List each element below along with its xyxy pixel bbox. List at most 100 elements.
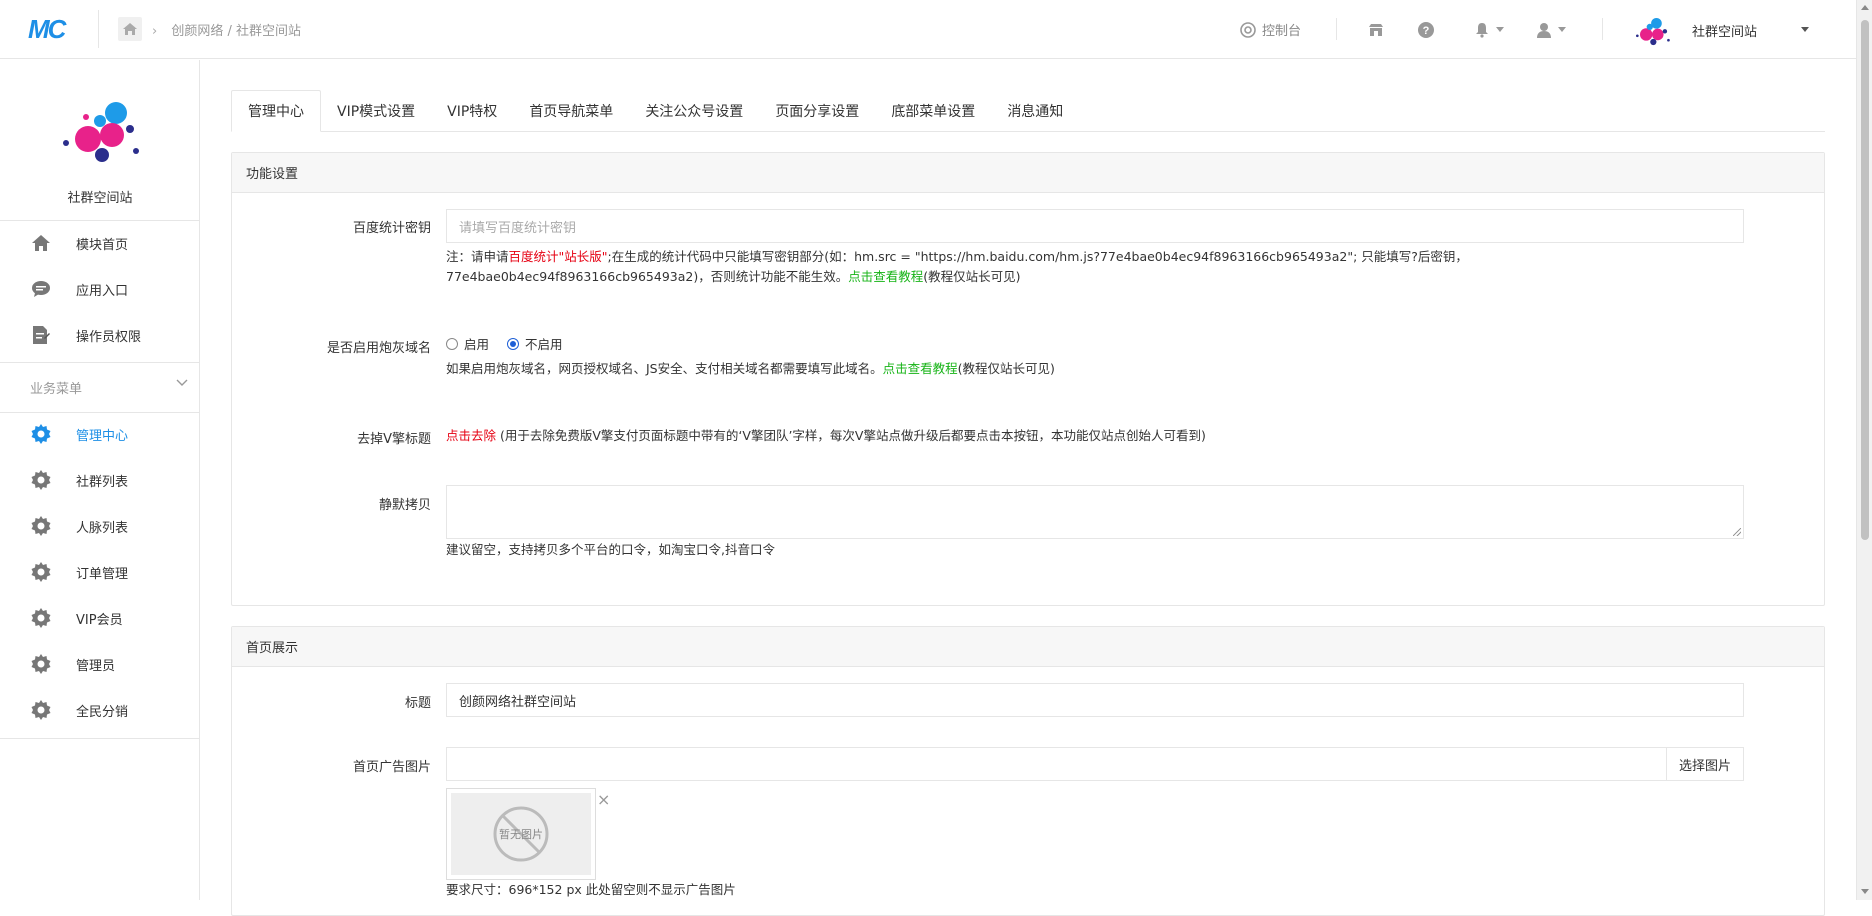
silent-copy-textarea[interactable] — [446, 485, 1744, 539]
divider — [0, 738, 200, 739]
tutorial-link[interactable]: 点击查看教程 — [848, 269, 923, 284]
sidebar: 社群空间站 模块首页 应用入口 操作员权限 业务菜单 管理中心 社群列表 人脉列… — [0, 60, 200, 900]
home-icon[interactable] — [118, 17, 142, 41]
remove-title-row: 点击去除 (用于去除免费版V擎支付页面标题中带有的‘V擎团队’字样，每次V擎站点… — [446, 428, 1206, 443]
sidebar-item-label: 管理中心 — [76, 428, 129, 444]
scroll-up-icon[interactable] — [1861, 5, 1869, 10]
site-name[interactable]: 社群空间站 — [1692, 21, 1757, 40]
business-menu-header[interactable]: 业务菜单 — [30, 378, 82, 397]
sidebar-item-label: 应用入口 — [76, 283, 129, 299]
tab-management-center[interactable]: 管理中心 — [231, 90, 321, 132]
remove-title-link[interactable]: 点击去除 — [446, 428, 496, 443]
chevron-down-icon[interactable] — [1801, 0, 1809, 59]
tab-message-notification[interactable]: 消息通知 — [991, 90, 1079, 132]
sidebar-item-label: VIP会员 — [76, 612, 123, 628]
sidebar-item-app-entry[interactable]: 应用入口 — [0, 269, 200, 309]
user-icon[interactable] — [1536, 0, 1566, 59]
sidebar-item-label: 操作员权限 — [76, 329, 142, 345]
sidebar-item-group-list[interactable]: 社群列表 — [0, 460, 200, 500]
page-scrollbar[interactable] — [1856, 0, 1872, 900]
divider — [1602, 18, 1603, 40]
scroll-down-icon[interactable] — [1861, 889, 1869, 894]
sidebar-item-label: 管理员 — [76, 658, 116, 674]
tab-page-share[interactable]: 页面分享设置 — [759, 90, 875, 132]
divider — [98, 10, 99, 48]
sidebar-item-distribution[interactable]: 全民分销 — [0, 690, 200, 730]
tab-follow-official-account[interactable]: 关注公众号设置 — [629, 90, 759, 132]
tab-bottom-menu[interactable]: 底部菜单设置 — [875, 90, 991, 132]
svg-text:?: ? — [1423, 25, 1430, 37]
store-icon[interactable] — [1368, 0, 1384, 59]
sidebar-item-label: 全民分销 — [76, 704, 129, 720]
panel-title: 功能设置 — [232, 153, 1824, 193]
sidebar-item-order-management[interactable]: 订单管理 — [0, 552, 200, 592]
ad-image-preview: 暂无图片 — [446, 788, 596, 880]
sidebar-item-vip-members[interactable]: VIP会员 — [0, 598, 200, 638]
dashboar-icon — [1240, 21, 1256, 38]
ad-size-note: 要求尺寸：696*152 px 此处留空则不显示广告图片 — [446, 882, 736, 897]
home-icon — [30, 232, 52, 254]
gear-icon — [30, 515, 52, 537]
radio-disable[interactable]: 不启用 — [507, 337, 563, 352]
sidebar-item-label: 模块首页 — [76, 237, 129, 253]
gear-icon — [30, 699, 52, 721]
baidu-key-label: 百度统计密钥 — [352, 221, 431, 236]
sidebar-item-contacts-list[interactable]: 人脉列表 — [0, 506, 200, 546]
sidebar-item-administrators[interactable]: 管理员 — [0, 644, 200, 684]
console-link[interactable]: 控制台 — [1240, 0, 1301, 59]
tutorial-link[interactable]: 点击查看教程 — [883, 361, 958, 376]
breadcrumb: › 创颜网络 / 社群空间站 — [152, 24, 302, 39]
divider — [0, 220, 200, 221]
ad-image-input[interactable]: 选择图片 — [446, 747, 1744, 781]
chat-icon — [30, 278, 52, 300]
gear-icon — [30, 561, 52, 583]
top-bar: MC › 创颜网络 / 社群空间站 控制台 ? 社群空间站 — [0, 0, 1856, 59]
sidebar-item-operator-permissions[interactable]: 操作员权限 — [0, 315, 200, 355]
chevron-down-icon — [1496, 27, 1504, 32]
settings-tabs: 管理中心 VIP模式设置 VIP特权 首页导航菜单 关注公众号设置 页面分享设置… — [231, 90, 1825, 132]
close-icon[interactable]: × — [597, 790, 610, 809]
divider — [0, 362, 200, 363]
cannon-domain-label: 是否启用炮灰域名 — [326, 341, 431, 356]
silent-copy-note: 建议留空，支持拷贝多个平台的口令，如淘宝口令,抖音口令 — [446, 542, 775, 557]
chevron-down-icon — [1558, 27, 1566, 32]
document-edit-icon — [30, 324, 52, 346]
remove-title-label: 去掉V擎标题 — [357, 432, 431, 447]
divider — [1336, 18, 1337, 40]
tab-vip-mode[interactable]: VIP模式设置 — [321, 90, 431, 132]
scrollbar-thumb[interactable] — [1861, 20, 1869, 540]
gear-icon — [30, 607, 52, 629]
title-label: 标题 — [404, 696, 431, 711]
radio-enable[interactable]: 启用 — [446, 337, 489, 352]
sidebar-item-label: 订单管理 — [76, 566, 129, 582]
notification-bell-icon[interactable] — [1474, 0, 1504, 59]
tab-vip-privileges[interactable]: VIP特权 — [431, 90, 513, 132]
brand-logo[interactable]: MC — [28, 14, 78, 44]
sidebar-item-label: 社群列表 — [76, 474, 129, 490]
ad-image-label: 首页广告图片 — [352, 760, 431, 775]
sidebar-item-management-center[interactable]: 管理中心 — [0, 414, 200, 454]
baidu-key-note: 注：请申请百度统计"站长版";在生成的统计代码中只能填写密钥部分(如：hm.sr… — [446, 249, 1468, 284]
baidu-key-input[interactable]: 请填写百度统计密钥 — [446, 209, 1744, 243]
gear-icon — [30, 653, 52, 675]
tab-home-nav-menu[interactable]: 首页导航菜单 — [513, 90, 629, 132]
sidebar-item-module-home[interactable]: 模块首页 — [0, 223, 200, 263]
breadcrumb-item[interactable]: 创颜网络 — [171, 24, 223, 39]
breadcrumb-item[interactable]: 社群空间站 — [236, 24, 301, 39]
cannon-domain-radio-group: 启用 不启用 — [446, 335, 563, 355]
site-logo — [56, 95, 146, 165]
title-input[interactable]: 创颜网络社群空间站 — [446, 683, 1744, 717]
chevron-down-icon[interactable] — [176, 376, 188, 391]
resize-handle-icon[interactable] — [1733, 528, 1741, 536]
console-label: 控制台 — [1262, 24, 1302, 39]
gear-icon — [30, 423, 52, 445]
gear-icon — [30, 469, 52, 491]
panel-title: 首页展示 — [232, 627, 1824, 667]
chevron-right-icon: › — [152, 24, 158, 39]
help-icon[interactable]: ? — [1418, 0, 1434, 59]
divider — [0, 412, 200, 413]
silent-copy-label: 静默拷贝 — [378, 498, 431, 513]
select-image-button[interactable]: 选择图片 — [1665, 748, 1743, 780]
no-image-text: 暂无图片 — [499, 828, 543, 841]
site-avatar[interactable] — [1632, 0, 1672, 59]
